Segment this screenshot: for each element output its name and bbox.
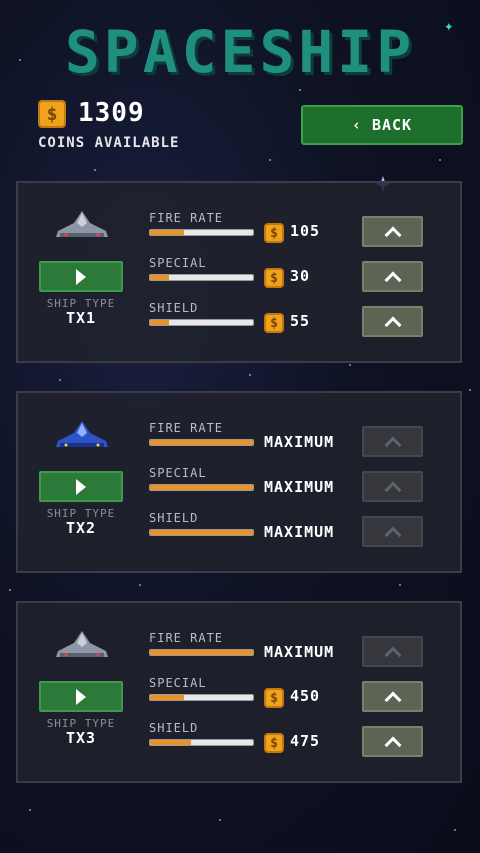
back-button[interactable]: ‹ BACK: [301, 105, 463, 145]
spaceship-icon: [56, 211, 108, 237]
upgrade-price: 55: [290, 312, 311, 330]
upgrade-price: 30: [290, 267, 311, 285]
stat-bar-fire-rate: [149, 649, 254, 656]
upgrade-fire-rate-button[interactable]: [362, 636, 423, 667]
coin-icon: $: [264, 313, 284, 333]
stat-bar-fill: [150, 440, 253, 445]
upgrade-shield-button[interactable]: [362, 726, 423, 757]
stat-label-special: SPECIAL: [149, 256, 207, 270]
coin-icon: $: [264, 733, 284, 753]
stat-label-fire-rate: FIRE RATE: [149, 631, 224, 645]
back-arrow-icon: ‹: [351, 116, 362, 134]
stat-label-special: SPECIAL: [149, 466, 207, 480]
chevron-up-icon: [384, 271, 401, 288]
stat-bar-shield: [149, 739, 254, 746]
coin-icon: $: [38, 100, 66, 128]
chevron-up-icon: [384, 646, 401, 663]
spaceship-icon: [56, 631, 108, 657]
play-icon: [76, 478, 86, 495]
stat-max-label: MAXIMUM: [264, 433, 335, 451]
stat-bar-shield: [149, 529, 254, 536]
upgrade-fire-rate-button[interactable]: [362, 426, 423, 457]
upgrade-fire-rate-button[interactable]: [362, 216, 423, 247]
ship-name: TX3: [65, 729, 97, 747]
chevron-up-icon: [384, 736, 401, 753]
play-icon: [76, 268, 86, 285]
stat-label-fire-rate: FIRE RATE: [149, 421, 224, 435]
chevron-up-icon: [384, 691, 401, 708]
stat-label-special: SPECIAL: [149, 676, 207, 690]
chevron-up-icon: [384, 526, 401, 543]
stat-label-shield: SHIELD: [149, 721, 199, 735]
stat-bar-fire-rate: [149, 229, 254, 236]
stat-bar-fill: [150, 695, 184, 700]
stat-bar-fill: [150, 530, 253, 535]
select-ship-button[interactable]: [39, 471, 123, 502]
upgrade-price: 450: [290, 687, 321, 705]
chevron-up-icon: [384, 481, 401, 498]
chevron-up-icon: [384, 226, 401, 243]
stat-label-shield: SHIELD: [149, 301, 199, 315]
stat-bar-fill: [150, 275, 169, 280]
ship-card-tx2: SHIP TYPE TX2 FIRE RATE MAXIMUM SPECIAL MAXIM…: [16, 391, 462, 573]
select-ship-button[interactable]: [39, 681, 123, 712]
stat-bar-fire-rate: [149, 439, 254, 446]
upgrade-special-button[interactable]: [362, 261, 423, 292]
upgrade-shield-button[interactable]: [362, 306, 423, 337]
stat-max-label: MAXIMUM: [264, 643, 335, 661]
stat-max-label: MAXIMUM: [264, 478, 335, 496]
stat-max-label: MAXIMUM: [264, 523, 335, 541]
stat-bar-fill: [150, 485, 253, 490]
chevron-up-icon: [384, 436, 401, 453]
upgrade-price: 105: [290, 222, 321, 240]
upgrade-special-button[interactable]: [362, 471, 423, 502]
sparkle-icon: ✦: [444, 16, 454, 35]
coin-icon: $: [264, 223, 284, 243]
stat-bar-fill: [150, 650, 253, 655]
upgrade-special-button[interactable]: [362, 681, 423, 712]
select-ship-button[interactable]: [39, 261, 123, 292]
page-title: SPACESHIP: [64, 18, 416, 86]
coins-label: COINS AVAILABLE: [38, 135, 180, 151]
stat-label-fire-rate: FIRE RATE: [149, 211, 224, 225]
coin-icon: $: [264, 688, 284, 708]
stat-bar-fill: [150, 320, 169, 325]
stat-bar-special: [149, 274, 254, 281]
chevron-up-icon: [384, 316, 401, 333]
stat-bar-special: [149, 694, 254, 701]
spaceship-icon: [56, 421, 108, 447]
coin-icon: $: [264, 268, 284, 288]
stat-bar-fill: [150, 740, 192, 745]
play-icon: [76, 688, 86, 705]
stat-bar-shield: [149, 319, 254, 326]
coins-count: 1309: [78, 98, 145, 128]
upgrade-price: 475: [290, 732, 321, 750]
back-button-label: BACK: [371, 116, 413, 134]
ship-name: TX2: [65, 519, 97, 537]
ship-name: TX1: [65, 309, 97, 327]
ship-card-tx1: SHIP TYPE TX1 FIRE RATE $105 SPECIAL $30 SHIEL…: [16, 181, 462, 363]
stat-bar-special: [149, 484, 254, 491]
stat-label-shield: SHIELD: [149, 511, 199, 525]
ship-card-tx3: SHIP TYPE TX3 FIRE RATE MAXIMUM SPECIAL $450 S…: [16, 601, 462, 783]
upgrade-shield-button[interactable]: [362, 516, 423, 547]
stat-bar-fill: [150, 230, 184, 235]
